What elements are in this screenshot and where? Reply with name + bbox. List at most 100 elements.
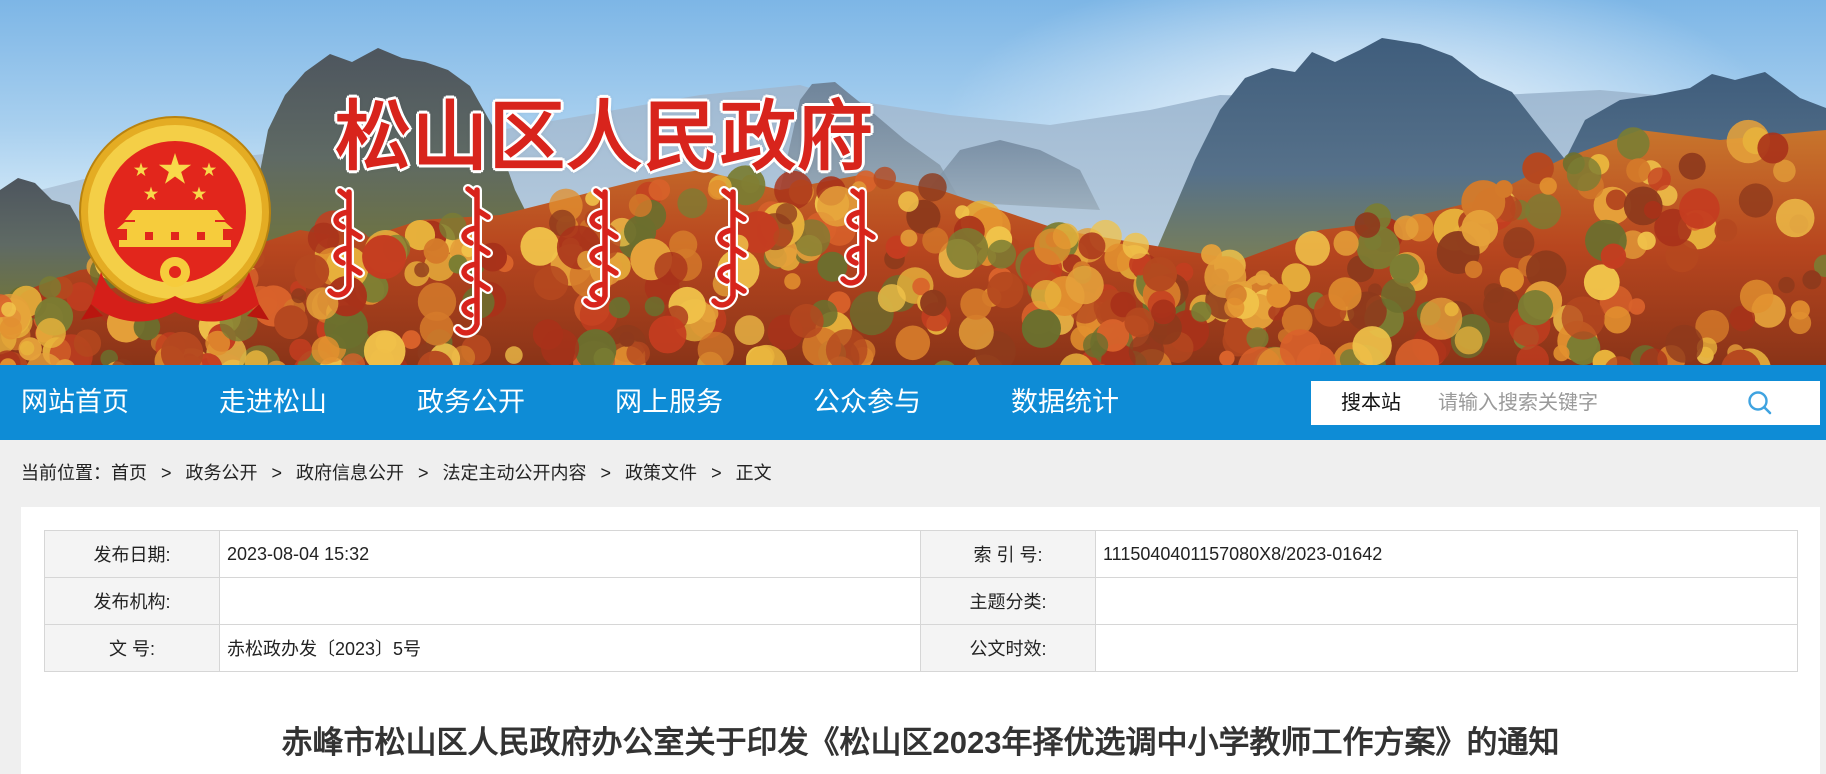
foliage-tree — [775, 203, 798, 225]
foliage-tree — [1665, 324, 1704, 363]
breadcrumb-separator: > — [418, 463, 429, 483]
foliage-tree — [1605, 189, 1627, 211]
nav-item-statistics[interactable]: 数据统计 — [1011, 365, 1119, 440]
foliage-tree — [1246, 327, 1269, 350]
publishing-agency-label: 发布机构: — [44, 577, 220, 625]
search-box: 搜本站 — [1311, 381, 1820, 425]
foliage-tree — [274, 305, 308, 340]
foliage-tree — [1444, 302, 1459, 317]
breadcrumb-item-policy-documents[interactable]: 政策文件 — [625, 463, 697, 483]
foliage-tree — [19, 341, 35, 356]
foliage-tree — [920, 289, 947, 317]
nav-item-government-affairs[interactable]: 政务公开 — [417, 365, 525, 440]
foliage-tree — [1647, 167, 1671, 191]
index-number-value: 1115040401157080X8/2023-01642 — [1095, 530, 1798, 578]
foliage-tree — [773, 228, 792, 247]
foliage-tree — [1600, 243, 1627, 269]
foliage-tree — [895, 325, 931, 361]
foliage-tree — [1224, 297, 1245, 318]
foliage-tree — [1464, 260, 1483, 279]
foliage-tree — [1034, 228, 1071, 265]
national-emblem-icon — [79, 116, 271, 322]
breadcrumb-separator: > — [600, 463, 612, 483]
nav-item-about-songshan[interactable]: 走进松山 — [219, 365, 327, 440]
foliage-tree — [520, 227, 560, 266]
foliage-tree — [960, 288, 992, 320]
foliage-tree — [1021, 308, 1061, 348]
foliage-tree — [505, 346, 523, 364]
table-row: 文 号: 赤松政办发〔2023〕5号 公文时效: — [44, 624, 1798, 672]
foliage-tree — [1461, 209, 1499, 247]
publishing-agency-value — [219, 577, 921, 625]
foliage-tree — [1626, 158, 1651, 183]
foliage-tree — [628, 193, 653, 217]
foliage-tree — [1122, 232, 1150, 260]
foliage-tree — [784, 273, 801, 290]
foliage-tree — [900, 229, 918, 247]
search-icon[interactable] — [1746, 389, 1774, 417]
foliage-tree — [35, 318, 66, 348]
foliage-tree — [1503, 227, 1535, 259]
foliage-tree — [414, 262, 430, 278]
foliage-tree — [1788, 311, 1812, 335]
foliage-tree — [1354, 212, 1381, 238]
foliage-tree — [1525, 193, 1562, 230]
breadcrumb-separator: > — [161, 463, 172, 483]
foliage-tree — [644, 296, 665, 317]
content-panel: 发布日期: 2023-08-04 15:32 索 引 号: 1115040401… — [21, 507, 1820, 774]
foliage-tree — [648, 179, 671, 201]
nav-item-public-participation[interactable]: 公众参与 — [813, 365, 921, 440]
foliage-tree — [1757, 132, 1789, 164]
breadcrumb-item-home[interactable]: 首页 — [111, 463, 147, 483]
search-scope-label[interactable]: 搜本站 — [1341, 381, 1401, 425]
foliage-tree — [1142, 257, 1178, 292]
foliage-tree — [1266, 283, 1291, 308]
banner-landscape-image — [0, 0, 1826, 365]
publish-date-label: 发布日期: — [44, 530, 220, 578]
table-row: 发布机构: 主题分类: — [44, 577, 1798, 625]
foliage-tree — [619, 331, 635, 347]
foliage-tree — [1714, 218, 1738, 242]
foliage-tree — [1151, 299, 1176, 325]
foliage-tree — [648, 315, 687, 354]
foliage-tree — [1553, 345, 1570, 362]
foliage-tree — [1738, 183, 1773, 218]
foliage-tree — [898, 191, 919, 212]
foliage-tree — [873, 166, 896, 190]
foliage-tree — [1643, 200, 1662, 219]
foliage-tree — [1775, 198, 1815, 238]
foliage-tree — [608, 297, 631, 319]
document-number-value: 赤松政办发〔2023〕5号 — [219, 624, 921, 672]
nav-item-online-services[interactable]: 网上服务 — [615, 365, 723, 440]
breadcrumb-prefix: 当前位置： — [21, 463, 111, 483]
foliage-tree — [918, 173, 947, 202]
foliage-tree — [1679, 188, 1720, 229]
article-title: 赤峰市松山区人民政府办公室关于印发《松山区2023年择优选调中小学教师工作方案》… — [281, 725, 1560, 760]
breadcrumb-item-gov-info-disclosure[interactable]: 政府信息公开 — [296, 463, 404, 483]
foliage-tree — [1617, 127, 1650, 160]
foliage-tree — [958, 314, 994, 350]
foliage-tree — [946, 228, 989, 270]
breadcrumb-item-government-affairs[interactable]: 政务公开 — [186, 463, 258, 483]
breadcrumb-item-statutory-disclosure[interactable]: 法定主动公开内容 — [443, 463, 587, 483]
foliage-tree — [38, 276, 62, 299]
foliage-tree — [1078, 232, 1106, 260]
foliage-tree — [73, 329, 102, 357]
foliage-tree — [1201, 244, 1222, 265]
publish-date-value: 2023-08-04 15:32 — [219, 530, 921, 578]
foliage-tree — [1083, 332, 1109, 358]
breadcrumb-separator: > — [271, 463, 283, 483]
search-input[interactable] — [1438, 388, 1728, 418]
search-button[interactable] — [1746, 389, 1774, 417]
foliage-tree — [1031, 280, 1062, 311]
main-nav: 网站首页 走进松山 政务公开 网上服务 公众参与 数据统计 搜本站 — [0, 365, 1826, 440]
table-row: 发布日期: 2023-08-04 15:32 索 引 号: 1115040401… — [44, 530, 1798, 578]
foliage-tree — [1539, 177, 1557, 195]
topic-category-value — [1095, 577, 1798, 625]
nav-item-home[interactable]: 网站首页 — [21, 365, 129, 440]
foliage-tree — [362, 235, 407, 279]
foliage-tree — [1637, 231, 1656, 250]
foliage-tree — [1454, 326, 1483, 355]
site-title: 松山区人民政府 — [335, 95, 874, 180]
breadcrumb: 当前位置：首页 > 政务公开 > 政府信息公开 > 法定主动公开内容 > 政策文件 > 正文 — [21, 460, 772, 486]
